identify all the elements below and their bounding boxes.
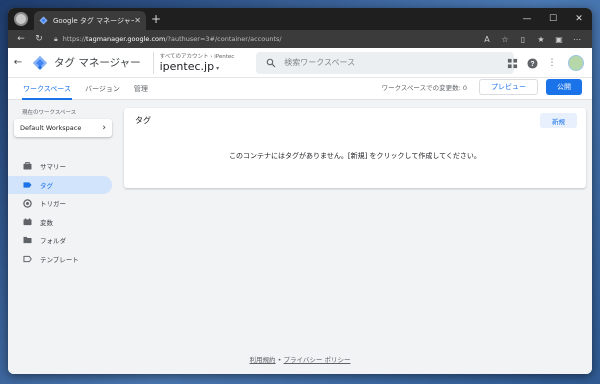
favorite-star-icon[interactable]: ☆	[496, 35, 514, 44]
address-bar-row: ← ↻ 🔒︎ https://tagmanager.google.com/?au…	[8, 30, 592, 48]
trigger-icon	[22, 198, 32, 208]
tab-versions[interactable]: バージョン	[78, 78, 127, 100]
container-selector[interactable]: すべてのアカウント › iPentec ipentec.jp ▾	[160, 52, 235, 73]
split-screen-icon[interactable]: ▯	[514, 35, 532, 44]
tab-admin[interactable]: 管理	[127, 78, 155, 100]
back-arrow-icon[interactable]: ←	[8, 57, 28, 68]
sidebar-item-label: テンプレート	[40, 255, 79, 264]
avatar[interactable]	[568, 55, 584, 71]
empty-state-message: このコンテナにはタグがありません。[新規] をクリックして作成してください。	[229, 152, 481, 160]
sidebar-item-tags[interactable]: タグ	[8, 175, 112, 194]
gtm-favicon-icon	[39, 16, 48, 25]
browser-toolbar-icons: A ☆ ▯ ★ ▣ ⋯	[478, 35, 586, 44]
svg-text:?: ?	[530, 60, 534, 67]
container-name-wrap[interactable]: ipentec.jp ▾	[160, 60, 235, 73]
account-breadcrumb[interactable]: すべてのアカウント › iPentec	[160, 52, 235, 60]
card-title: タグ	[135, 116, 151, 125]
sidebar-item-label: トリガー	[40, 200, 66, 208]
tag-icon	[22, 180, 32, 189]
minimize-button[interactable]: —	[514, 8, 540, 30]
sidebar-item-triggers[interactable]: トリガー	[8, 194, 118, 212]
sidebar-item-label: 変数	[40, 218, 53, 227]
terms-link[interactable]: 利用規約	[250, 356, 276, 364]
close-tab-icon[interactable]: ✕	[134, 16, 141, 25]
folder-icon	[22, 236, 32, 245]
gtm-logo-icon	[32, 55, 48, 70]
search-placeholder: 検索ワークスペース	[284, 58, 356, 67]
template-icon	[22, 254, 32, 263]
workspace-changes-count: ワークスペースでの変更数: 0	[381, 84, 467, 92]
container-name: ipentec.jp	[159, 60, 215, 73]
lock-icon: 🔒︎	[54, 34, 58, 43]
sub-navigation: ワークスペース バージョン 管理 ワークスペースでの変更数: 0 プレビュー 公…	[8, 78, 592, 100]
maximize-button[interactable]: ☐	[540, 8, 566, 30]
main-content: 現在のワークスペース Default Workspace › サマリー タグ ト…	[8, 100, 592, 374]
tab-strip: Google タグ マネージャー ✕ + — ☐ ✕	[8, 8, 592, 30]
help-icon[interactable]: ?	[526, 57, 538, 69]
header-icons: ? ⋮	[506, 48, 584, 78]
workspace-name: Default Workspace	[20, 124, 82, 132]
sidebar-nav: サマリー タグ トリガー 変数 フォルダ テンプレート	[8, 157, 118, 268]
sidebar-item-label: フォルダ	[40, 237, 66, 245]
chevron-right-icon: ›	[102, 123, 106, 133]
back-arrow-icon[interactable]: ←	[14, 34, 28, 44]
browser-profile-icon[interactable]	[14, 12, 28, 26]
footer: 利用規約 • プライバシー ポリシー	[8, 354, 592, 364]
browser-tab[interactable]: Google タグ マネージャー ✕	[34, 11, 146, 30]
sidebar-item-overview[interactable]: サマリー	[8, 157, 118, 175]
sidebar-item-templates[interactable]: テンプレート	[8, 250, 118, 268]
variables-icon	[22, 217, 32, 226]
url-host: tagmanager.google.com	[86, 35, 166, 43]
read-aloud-icon[interactable]: A	[478, 35, 496, 44]
sidebar-item-variables[interactable]: 変数	[8, 213, 118, 231]
workspace-selector[interactable]: Default Workspace ›	[14, 119, 112, 137]
sidebar-item-folders[interactable]: フォルダ	[8, 231, 118, 249]
reload-icon[interactable]: ↻	[32, 34, 46, 44]
more-menu-icon[interactable]: ⋯	[568, 35, 586, 44]
browser-window: Google タグ マネージャー ✕ + — ☐ ✕ ← ↻ 🔒︎ https:…	[8, 8, 592, 374]
chevron-down-icon: ▾	[216, 65, 220, 72]
apps-grid-icon[interactable]	[506, 57, 518, 69]
search-icon	[266, 58, 276, 67]
tab-workspace[interactable]: ワークスペース	[16, 78, 78, 100]
more-vert-icon[interactable]: ⋮	[546, 57, 558, 69]
search-input[interactable]: 検索ワークスペース	[256, 51, 515, 74]
favorites-icon[interactable]: ★	[532, 35, 550, 44]
subnav-actions: ワークスペースでの変更数: 0 プレビュー 公開	[382, 79, 582, 95]
submit-button[interactable]: 公開	[546, 79, 582, 95]
footer-separator: •	[275, 356, 284, 364]
new-tag-button[interactable]: 新規	[540, 113, 577, 128]
privacy-link[interactable]: プライバシー ポリシー	[284, 356, 351, 364]
sidebar-item-label: サマリー	[40, 163, 66, 171]
tab-title: Google タグ マネージャー	[53, 16, 135, 25]
preview-button[interactable]: プレビュー	[479, 79, 538, 95]
url-field[interactable]: 🔒︎ https://tagmanager.google.com/?authus…	[50, 32, 478, 46]
product-name: タグ マネージャー	[54, 57, 141, 69]
window-controls: — ☐ ✕	[514, 8, 592, 30]
header-divider	[152, 51, 154, 74]
collections-icon[interactable]: ▣	[550, 35, 568, 44]
new-tab-button[interactable]: +	[151, 11, 161, 27]
tags-card: タグ 新規 このコンテナにはタグがありません。[新規] をクリックして作成してく…	[124, 108, 586, 188]
sidebar-item-label: タグ	[40, 181, 53, 190]
sidebar: 現在のワークスペース Default Workspace › サマリー タグ ト…	[8, 100, 118, 268]
close-window-button[interactable]: ✕	[566, 8, 592, 30]
gtm-header: ← タグ マネージャー すべてのアカウント › iPentec ipentec.…	[8, 48, 592, 78]
url-prefix: https://	[62, 35, 87, 43]
url-path: /?authuser=3#/container/accounts/	[165, 35, 282, 43]
current-workspace-label: 現在のワークスペース	[22, 110, 77, 116]
briefcase-icon	[22, 162, 32, 171]
